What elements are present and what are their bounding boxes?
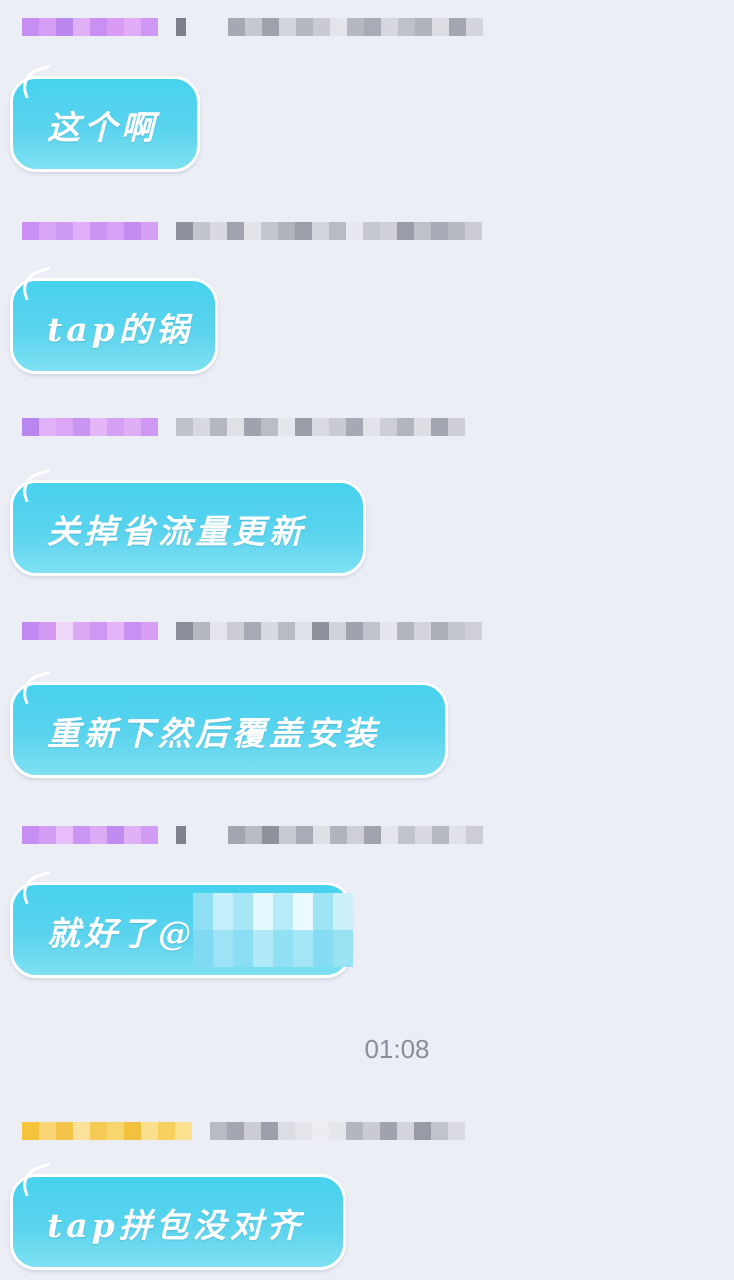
message-text: 这个啊	[47, 108, 158, 147]
message-text: 就好了@	[47, 914, 195, 953]
message-bubble[interactable]: 关掉省流量更新	[10, 480, 366, 576]
sender-name-blurred	[22, 18, 502, 54]
message-bubble[interactable]: 这个啊	[10, 76, 200, 172]
message-bubble[interactable]: tap拼包没对齐	[10, 1174, 346, 1270]
message-text: 关掉省流量更新	[47, 512, 306, 551]
mention-blurred	[193, 893, 353, 967]
message-text: tap的锅	[47, 310, 193, 349]
sender-name-blurred	[22, 222, 502, 258]
message-bubble[interactable]: 重新下然后覆盖安装	[10, 682, 448, 778]
chat-message-list[interactable]: 这个啊 tap的锅 关掉省流量更新 重新下然后覆盖安装 就好了@ 01:08 t…	[0, 0, 734, 1280]
sender-name-blurred	[22, 418, 502, 454]
sender-name-blurred	[22, 622, 502, 658]
timestamp-divider: 01:08	[364, 1034, 430, 1064]
message-bubble[interactable]: tap的锅	[10, 278, 218, 374]
message-text: tap拼包没对齐	[47, 1206, 304, 1245]
sender-name-blurred	[22, 826, 502, 862]
message-text: 重新下然后覆盖安装	[47, 714, 380, 753]
sender-name-blurred	[22, 1122, 502, 1158]
message-bubble[interactable]: 就好了@	[10, 882, 353, 978]
